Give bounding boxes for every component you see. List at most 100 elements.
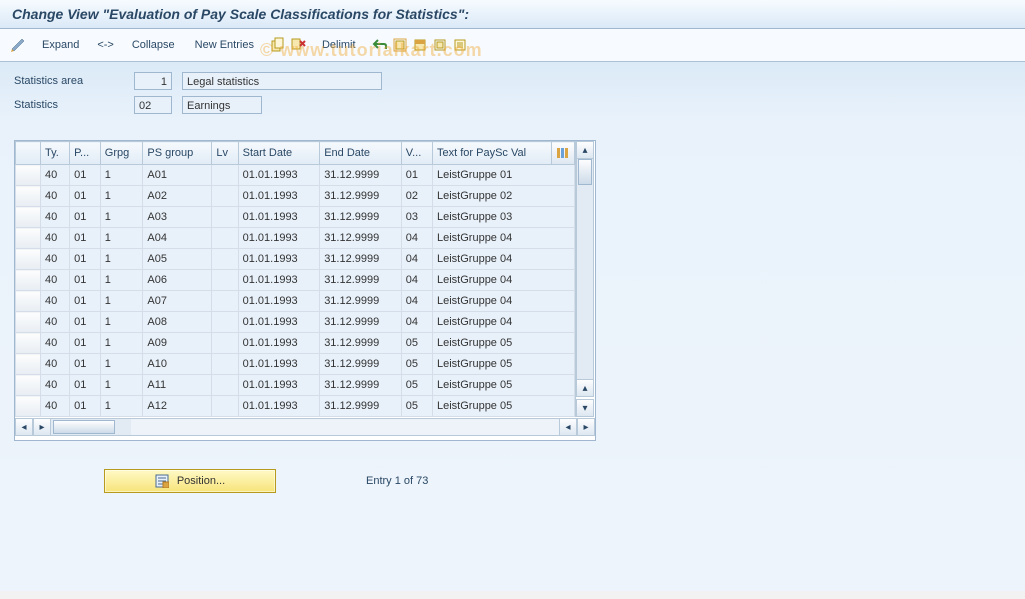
cell-text[interactable]: LeistGruppe 05 — [433, 396, 575, 417]
table-row[interactable]: 40011A0701.01.199331.12.999904LeistGrupp… — [16, 291, 575, 312]
print-config-icon[interactable] — [452, 37, 468, 53]
cell-psgroup[interactable]: A11 — [143, 375, 212, 396]
cell-ty[interactable]: 40 — [41, 207, 70, 228]
cell-text[interactable]: LeistGruppe 05 — [433, 375, 575, 396]
cell-v[interactable]: 05 — [401, 396, 432, 417]
cell-p[interactable]: 01 — [70, 207, 101, 228]
cell-text[interactable]: LeistGruppe 04 — [433, 249, 575, 270]
table-row[interactable]: 40011A0601.01.199331.12.999904LeistGrupp… — [16, 270, 575, 291]
table-row[interactable]: 40011A0101.01.199331.12.999901LeistGrupp… — [16, 165, 575, 186]
delete-icon[interactable] — [290, 37, 306, 53]
cell-ty[interactable]: 40 — [41, 333, 70, 354]
cell-text[interactable]: LeistGruppe 04 — [433, 228, 575, 249]
cell-v[interactable]: 05 — [401, 354, 432, 375]
col-p[interactable]: P... — [70, 142, 101, 165]
cell-text[interactable]: LeistGruppe 04 — [433, 312, 575, 333]
table-row[interactable]: 40011A0501.01.199331.12.999904LeistGrupp… — [16, 249, 575, 270]
cell-lv[interactable] — [212, 228, 238, 249]
col-psgroup[interactable]: PS group — [143, 142, 212, 165]
statistics-area-value[interactable]: 1 — [134, 72, 172, 90]
cell-v[interactable]: 05 — [401, 333, 432, 354]
cell-psgroup[interactable]: A10 — [143, 354, 212, 375]
scroll-down-icon[interactable]: ▾ — [576, 399, 594, 417]
cell-lv[interactable] — [212, 207, 238, 228]
table-row[interactable]: 40011A0901.01.199331.12.999905LeistGrupp… — [16, 333, 575, 354]
select-block-icon[interactable] — [412, 37, 428, 53]
cell-lv[interactable] — [212, 186, 238, 207]
cell-text[interactable]: LeistGruppe 04 — [433, 270, 575, 291]
cell-grpg[interactable]: 1 — [100, 333, 143, 354]
table-row[interactable]: 40011A1201.01.199331.12.999905LeistGrupp… — [16, 396, 575, 417]
cell-enddate[interactable]: 31.12.9999 — [320, 270, 402, 291]
cell-text[interactable]: LeistGruppe 01 — [433, 165, 575, 186]
cell-psgroup[interactable]: A08 — [143, 312, 212, 333]
cell-p[interactable]: 01 — [70, 375, 101, 396]
row-selector[interactable] — [16, 270, 41, 291]
cell-p[interactable]: 01 — [70, 396, 101, 417]
cell-p[interactable]: 01 — [70, 354, 101, 375]
cell-text[interactable]: LeistGruppe 05 — [433, 354, 575, 375]
cell-startdate[interactable]: 01.01.1993 — [238, 312, 320, 333]
cell-ty[interactable]: 40 — [41, 396, 70, 417]
cell-lv[interactable] — [212, 375, 238, 396]
table-row[interactable]: 40011A0401.01.199331.12.999904LeistGrupp… — [16, 228, 575, 249]
cell-enddate[interactable]: 31.12.9999 — [320, 396, 402, 417]
cell-psgroup[interactable]: A04 — [143, 228, 212, 249]
cell-p[interactable]: 01 — [70, 270, 101, 291]
row-selector[interactable] — [16, 312, 41, 333]
cell-psgroup[interactable]: A03 — [143, 207, 212, 228]
cell-p[interactable]: 01 — [70, 228, 101, 249]
statistics-value[interactable]: 02 — [134, 96, 172, 114]
cell-enddate[interactable]: 31.12.9999 — [320, 207, 402, 228]
cell-v[interactable]: 01 — [401, 165, 432, 186]
data-grid[interactable]: Ty. P... Grpg PS group Lv Start Date End… — [15, 141, 575, 417]
col-lv[interactable]: Lv — [212, 142, 238, 165]
cell-ty[interactable]: 40 — [41, 270, 70, 291]
table-row[interactable]: 40011A1001.01.199331.12.999905LeistGrupp… — [16, 354, 575, 375]
cell-v[interactable]: 04 — [401, 312, 432, 333]
cell-startdate[interactable]: 01.01.1993 — [238, 186, 320, 207]
vscroll-track[interactable] — [576, 159, 594, 379]
row-selector[interactable] — [16, 228, 41, 249]
row-selector[interactable] — [16, 333, 41, 354]
cell-ty[interactable]: 40 — [41, 291, 70, 312]
col-enddate[interactable]: End Date — [320, 142, 402, 165]
cell-enddate[interactable]: 31.12.9999 — [320, 291, 402, 312]
cell-psgroup[interactable]: A05 — [143, 249, 212, 270]
undo-change-icon[interactable] — [372, 37, 388, 53]
cell-text[interactable]: LeistGruppe 03 — [433, 207, 575, 228]
copy-as-icon[interactable] — [270, 37, 286, 53]
cell-startdate[interactable]: 01.01.1993 — [238, 207, 320, 228]
cell-p[interactable]: 01 — [70, 312, 101, 333]
cell-ty[interactable]: 40 — [41, 228, 70, 249]
cell-startdate[interactable]: 01.01.1993 — [238, 375, 320, 396]
cell-p[interactable]: 01 — [70, 186, 101, 207]
configure-columns-icon[interactable] — [552, 142, 575, 165]
cell-grpg[interactable]: 1 — [100, 207, 143, 228]
cell-p[interactable]: 01 — [70, 333, 101, 354]
row-selector[interactable] — [16, 396, 41, 417]
table-row[interactable]: 40011A1101.01.199331.12.999905LeistGrupp… — [16, 375, 575, 396]
row-selector[interactable] — [16, 165, 41, 186]
table-row[interactable]: 40011A0801.01.199331.12.999904LeistGrupp… — [16, 312, 575, 333]
cell-lv[interactable] — [212, 312, 238, 333]
row-selector[interactable] — [16, 186, 41, 207]
cell-startdate[interactable]: 01.01.1993 — [238, 249, 320, 270]
cell-grpg[interactable]: 1 — [100, 396, 143, 417]
row-selector[interactable] — [16, 354, 41, 375]
cell-lv[interactable] — [212, 270, 238, 291]
cell-v[interactable]: 03 — [401, 207, 432, 228]
cell-text[interactable]: LeistGruppe 05 — [433, 333, 575, 354]
col-startdate[interactable]: Start Date — [238, 142, 320, 165]
cell-enddate[interactable]: 31.12.9999 — [320, 354, 402, 375]
col-v[interactable]: V... — [401, 142, 432, 165]
cell-p[interactable]: 01 — [70, 249, 101, 270]
scroll-left2-icon[interactable]: ◂ — [559, 418, 577, 436]
hscroll-thumb[interactable] — [53, 420, 115, 434]
cell-startdate[interactable]: 01.01.1993 — [238, 354, 320, 375]
cell-v[interactable]: 05 — [401, 375, 432, 396]
cell-grpg[interactable]: 1 — [100, 186, 143, 207]
select-all-icon[interactable] — [392, 37, 408, 53]
scroll-right1-icon[interactable]: ▸ — [33, 418, 51, 436]
cell-psgroup[interactable]: A06 — [143, 270, 212, 291]
